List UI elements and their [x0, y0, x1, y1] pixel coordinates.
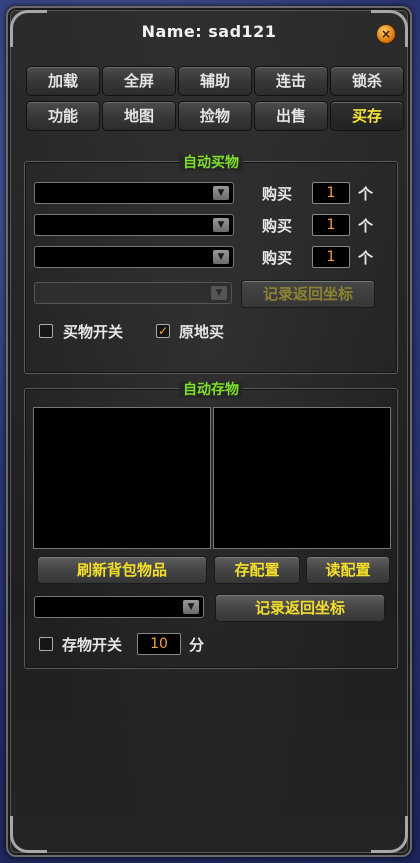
window-title: Name: sad121: [141, 22, 277, 41]
buy-label-3: 购买: [262, 249, 293, 267]
tab-assist[interactable]: 辅助: [178, 66, 252, 96]
buy-switch-label: 买物开关: [63, 323, 124, 341]
close-icon[interactable]: ×: [376, 24, 396, 44]
buy-item-dropdown-3[interactable]: ▼: [34, 246, 234, 268]
buy-in-place-label: 原地买: [179, 323, 225, 341]
buy-switch-checkbox[interactable]: [39, 324, 53, 338]
tab-fullscreen[interactable]: 全屏: [102, 66, 176, 96]
buy-label-1: 购买: [262, 185, 293, 203]
buy-qty-input-2[interactable]: 1: [312, 214, 350, 236]
unit-label-3: 个: [358, 249, 374, 267]
tab-map[interactable]: 地图: [102, 101, 176, 131]
tab-functions[interactable]: 功能: [26, 101, 100, 131]
chevron-down-icon: ▼: [213, 186, 229, 200]
auto-buy-title: 自动买物: [179, 155, 243, 171]
buy-record-coords-button: 记录返回坐标: [241, 280, 375, 308]
buy-qty-input-1[interactable]: 1: [312, 182, 350, 204]
main-panel: Name: sad121 × 加载 全屏 辅助 连击 锁杀 功能 地图 捡物 出…: [6, 6, 412, 857]
chevron-down-icon: ▼: [213, 218, 229, 232]
buy-item-dropdown-2[interactable]: ▼: [34, 214, 234, 236]
tab-lock-kill[interactable]: 锁杀: [330, 66, 404, 96]
store-switch-label: 存物开关: [62, 636, 123, 654]
save-config-button[interactable]: 存配置: [214, 556, 300, 584]
unit-label-1: 个: [358, 185, 374, 203]
store-interval-unit: 分: [189, 636, 205, 654]
store-switch-checkbox[interactable]: [39, 637, 53, 651]
buy-label-2: 购买: [262, 217, 293, 235]
tab-pickup[interactable]: 捡物: [178, 101, 252, 131]
store-interval-input[interactable]: 10: [137, 633, 181, 655]
store-record-coords-button[interactable]: 记录返回坐标: [215, 594, 385, 622]
bag-items-list[interactable]: [33, 407, 211, 549]
unit-label-2: 个: [358, 217, 374, 235]
store-items-list[interactable]: [213, 407, 391, 549]
auto-store-title: 自动存物: [179, 382, 243, 398]
tab-sell[interactable]: 出售: [254, 101, 328, 131]
frame-corner-ornament: [371, 816, 408, 853]
load-config-button[interactable]: 读配置: [306, 556, 390, 584]
frame-corner-ornament: [10, 816, 47, 853]
tab-load[interactable]: 加载: [26, 66, 100, 96]
buy-qty-input-3[interactable]: 1: [312, 246, 350, 268]
auto-buy-group: 自动买物 ▼ 购买 1 个 ▼ 购买 1 个 ▼ 购买 1 个 ▼ 记录返回坐标…: [24, 155, 398, 374]
auto-store-group: 自动存物 刷新背包物品 存配置 读配置 ▼ 记录返回坐标 存物开关 10 分: [24, 382, 398, 669]
tab-combo[interactable]: 连击: [254, 66, 328, 96]
chevron-down-icon: ▼: [183, 600, 199, 614]
buy-location-dropdown: ▼: [34, 282, 232, 304]
chevron-down-icon: ▼: [213, 250, 229, 264]
buy-in-place-checkbox[interactable]: ✓: [156, 324, 170, 338]
chevron-down-icon: ▼: [211, 286, 227, 300]
tab-bar: 加载 全屏 辅助 连击 锁杀 功能 地图 捡物 出售 买存: [26, 66, 404, 136]
refresh-bag-button[interactable]: 刷新背包物品: [37, 556, 207, 584]
store-location-dropdown[interactable]: ▼: [34, 596, 204, 618]
buy-item-dropdown-1[interactable]: ▼: [34, 182, 234, 204]
tab-buy-store[interactable]: 买存: [330, 101, 404, 131]
